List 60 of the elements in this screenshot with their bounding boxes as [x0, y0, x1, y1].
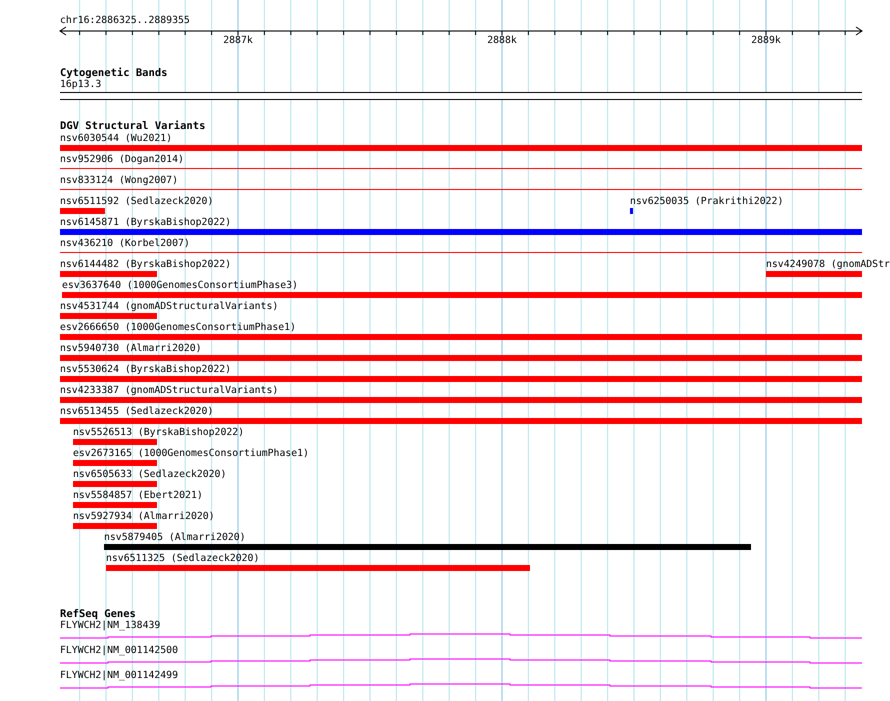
variant-bar[interactable] [60, 334, 862, 340]
variant-bar[interactable] [73, 523, 157, 529]
gene-label[interactable]: FLYWCH2|NM_001142500 [60, 645, 178, 657]
variant-label[interactable]: nsv6511325 (Sedlazeck2020) [106, 553, 260, 565]
gene-line[interactable] [60, 684, 862, 688]
variant-bar[interactable] [60, 397, 862, 403]
variant-bar[interactable] [60, 145, 862, 151]
gene-label[interactable]: FLYWCH2|NM_001142499 [60, 670, 178, 682]
variant-bar[interactable] [73, 439, 157, 445]
variant-label[interactable]: nsv5879405 (Almarri2020) [104, 532, 246, 544]
gene-line[interactable] [60, 658, 862, 664]
variant-line[interactable] [60, 189, 862, 190]
variant-bar[interactable] [60, 229, 862, 235]
variant-label[interactable]: nsv5927934 (Almarri2020) [73, 511, 215, 523]
variant-label[interactable]: nsv6250035 (Prakrithi2022) [630, 196, 784, 208]
tick-label: 2887k [223, 35, 253, 47]
variant-bar[interactable] [60, 313, 157, 319]
band-label: 16p13.3 [60, 79, 102, 91]
variant-label[interactable]: nsv833124 (Wong2007) [60, 175, 178, 187]
variant-label[interactable]: nsv5940730 (Almarri2020) [60, 343, 202, 355]
track-title: RefSeq Genes [60, 608, 136, 620]
variant-bar[interactable] [73, 502, 157, 508]
tick-label: 2888k [487, 35, 517, 47]
variant-bar[interactable] [60, 271, 157, 277]
variant-label[interactable]: esv2673165 (1000GenomesConsortiumPhase1) [73, 448, 309, 460]
variant-bar[interactable] [766, 271, 862, 277]
location-label: chr16:2886325..2889355 [60, 15, 190, 27]
variant-bar[interactable] [106, 565, 530, 571]
variant-bar[interactable] [60, 376, 862, 382]
variant-bar[interactable] [104, 544, 751, 550]
gene-line[interactable] [60, 634, 862, 638]
variant-label[interactable]: nsv5530624 (ByrskaBishop2022) [60, 364, 232, 376]
variant-label[interactable]: esv2666650 (1000GenomesConsortiumPhase1) [60, 322, 296, 334]
variant-bar[interactable] [60, 418, 862, 424]
variant-label[interactable]: nsv6511592 (Sedlazeck2020) [60, 196, 214, 208]
variant-line[interactable] [60, 252, 862, 253]
variant-bar[interactable] [62, 292, 862, 298]
variant-line[interactable] [60, 168, 862, 169]
tick-label: 2889k [751, 35, 781, 47]
variant-label[interactable]: nsv6145871 (ByrskaBishop2022) [60, 217, 232, 229]
track-title: Cytogenetic Bands [60, 67, 168, 79]
variant-bar[interactable] [60, 355, 862, 361]
variant-label[interactable]: nsv4233387 (gnomADStructuralVariants) [60, 385, 278, 397]
variant-bar[interactable] [73, 460, 157, 466]
variant-label[interactable]: nsv6030544 (Wu2021) [60, 133, 172, 145]
variant-label[interactable]: nsv5526513 (ByrskaBishop2022) [73, 427, 244, 439]
variant-label[interactable]: nsv952906 (Dogan2014) [60, 154, 184, 166]
variant-label[interactable]: nsv4249078 (gnomADStr [766, 259, 890, 271]
variant-label[interactable]: nsv436210 (Korbel2007) [60, 238, 190, 250]
variant-label[interactable]: esv3637640 (1000GenomesConsortiumPhase3) [62, 280, 298, 292]
variant-label[interactable]: nsv6505633 (Sedlazeck2020) [73, 469, 226, 481]
variant-bar[interactable] [630, 208, 633, 214]
gene-label[interactable]: FLYWCH2|NM_138439 [60, 620, 160, 632]
variant-label[interactable]: nsv6144482 (ByrskaBishop2022) [60, 259, 232, 271]
variant-label[interactable]: nsv4531744 (gnomADStructuralVariants) [60, 301, 278, 313]
variant-bar[interactable] [60, 208, 105, 214]
track-title: DGV Structural Variants [60, 120, 206, 132]
variant-bar[interactable] [73, 481, 157, 487]
variant-label[interactable]: nsv5584857 (Ebert2021) [73, 490, 203, 502]
variant-label[interactable]: nsv6513455 (Sedlazeck2020) [60, 406, 214, 418]
